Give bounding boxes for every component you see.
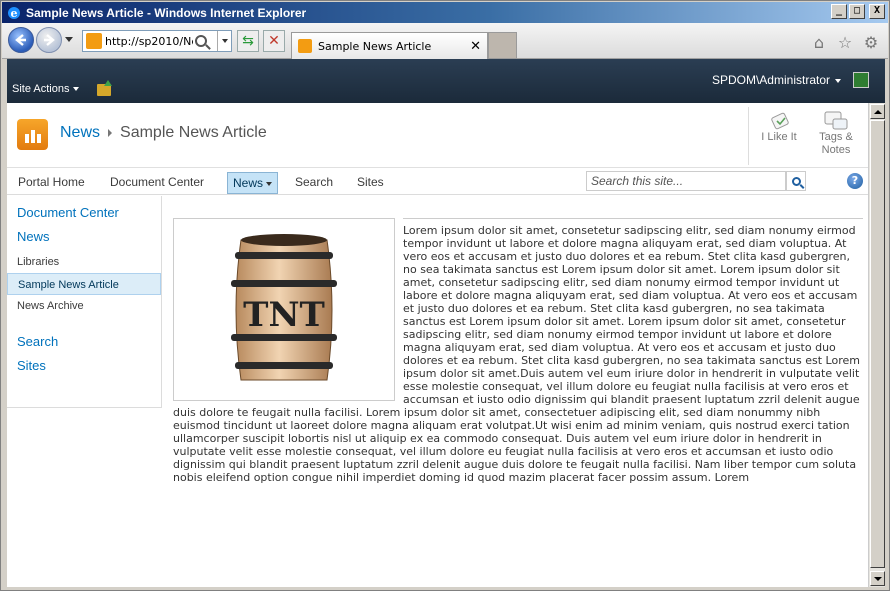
page-title: Sample News Article	[120, 124, 267, 141]
tnt-barrel-image: TNT	[231, 233, 337, 380]
ql-heading-document-center[interactable]: Document Center	[7, 203, 161, 227]
page-content: News Sample News Article I Like It Tags …	[7, 103, 868, 587]
close-window-button[interactable]: X	[869, 4, 885, 19]
ql-heading-news[interactable]: News	[7, 227, 161, 251]
title-bar: e Sample News Article - Windows Internet…	[2, 2, 888, 23]
internet-explorer-icon: e	[8, 6, 20, 20]
browser-window: e Sample News Article - Windows Internet…	[0, 0, 890, 591]
developer-dashboard-icon[interactable]	[853, 72, 869, 88]
tags-notes-button[interactable]: Tags & Notes	[811, 131, 861, 157]
svg-text:TNT: TNT	[243, 295, 325, 335]
nav-sites[interactable]: Sites	[352, 172, 389, 194]
refresh-button[interactable]: ⇆	[237, 30, 259, 52]
site-actions-label: Site Actions	[12, 83, 70, 95]
browser-toolbar: http://sp2010/New ⇆ ✕ Sample News Articl…	[2, 23, 888, 59]
tab-favicon-icon	[298, 39, 312, 53]
ql-item-news-archive[interactable]: News Archive	[7, 295, 161, 317]
page-title-breadcrumb: News Sample News Article	[60, 124, 267, 142]
arrow-up-icon	[873, 109, 882, 114]
ql-item-libraries[interactable]: Libraries	[7, 251, 161, 273]
sharepoint-ribbon: Site Actions SPDOM\Administrator	[7, 59, 885, 103]
search-icon	[791, 176, 801, 186]
tab-title: Sample News Article	[318, 39, 432, 53]
chevron-down-icon	[266, 181, 273, 186]
ql-heading-search[interactable]: Search	[7, 332, 161, 356]
stop-icon: ✕	[268, 33, 280, 49]
new-tab-button[interactable]	[488, 32, 517, 59]
back-button[interactable]	[8, 27, 34, 53]
ql-item-sample-news-article[interactable]: Sample News Article	[7, 273, 161, 295]
divider	[403, 218, 863, 219]
article-image: TNT	[173, 218, 395, 401]
tab-close-button[interactable]: ✕	[470, 39, 481, 54]
ql-heading-sites[interactable]: Sites	[7, 356, 161, 380]
site-favicon-icon	[86, 33, 102, 49]
user-name: SPDOM\Administrator	[711, 73, 830, 87]
search-button[interactable]	[786, 171, 806, 191]
scroll-up-button[interactable]	[870, 104, 885, 119]
nav-portal-home[interactable]: Portal Home	[13, 172, 90, 194]
stop-button[interactable]: ✕	[263, 30, 285, 52]
like-it-label: I Like It	[761, 131, 797, 143]
navigate-up-icon[interactable]	[97, 80, 112, 96]
browser-tab[interactable]: Sample News Article ✕	[291, 32, 488, 59]
arrow-down-icon	[873, 576, 882, 581]
breadcrumb-site-link[interactable]: News	[60, 124, 100, 142]
favorites-star-icon[interactable]: ☆	[836, 33, 854, 52]
minimize-button[interactable]: _	[831, 4, 847, 19]
tags-notes-icon[interactable]	[823, 109, 849, 133]
site-logo-icon[interactable]	[17, 119, 48, 150]
like-it-button[interactable]: I Like It	[754, 131, 804, 143]
site-actions-menu[interactable]: Site Actions	[12, 83, 80, 95]
top-navigation: Portal Home Document Center News Search …	[7, 168, 868, 195]
tools-gear-icon[interactable]: ⚙	[862, 33, 880, 52]
home-icon[interactable]: ⌂	[810, 33, 828, 52]
forward-arrow-icon	[44, 34, 55, 46]
caret-down-icon	[73, 87, 80, 92]
forward-button[interactable]	[36, 27, 62, 53]
back-arrow-icon	[15, 34, 26, 46]
address-url[interactable]: http://sp2010/New	[105, 35, 193, 48]
like-it-icon[interactable]	[769, 109, 793, 133]
title-area: News Sample News Article I Like It Tags …	[7, 103, 868, 168]
history-dropdown-icon[interactable]	[65, 37, 73, 42]
divider	[748, 107, 749, 165]
nav-news[interactable]: News	[227, 172, 279, 194]
svg-text:e: e	[11, 7, 18, 20]
article-content: TNT Lorem ipsum dolor sit amet, consetet…	[173, 218, 863, 484]
window-title: Sample News Article - Windows Internet E…	[26, 5, 307, 20]
scroll-down-button[interactable]	[870, 571, 885, 586]
refresh-icon: ⇆	[242, 33, 254, 49]
address-search-icon[interactable]	[195, 35, 207, 47]
address-dropdown[interactable]	[217, 31, 231, 51]
nav-document-center[interactable]: Document Center	[105, 172, 209, 194]
maximize-button[interactable]: □	[849, 4, 865, 19]
tags-notes-label: Tags & Notes	[819, 131, 853, 156]
nav-search[interactable]: Search	[290, 172, 338, 194]
site-search-input[interactable]: Search this site...	[586, 171, 786, 191]
caret-down-icon	[835, 78, 841, 83]
scrollbar-thumb[interactable]	[870, 120, 885, 568]
help-icon[interactable]: ?	[847, 173, 863, 189]
quick-launch: Document Center News Libraries Sample Ne…	[7, 196, 162, 408]
chevron-down-icon	[221, 39, 228, 43]
user-menu[interactable]: SPDOM\Administrator	[712, 73, 841, 87]
vertical-scrollbar[interactable]	[868, 103, 885, 587]
nav-news-label: News	[233, 176, 264, 190]
address-bar[interactable]: http://sp2010/New	[82, 30, 232, 52]
breadcrumb-separator-icon	[108, 129, 113, 137]
